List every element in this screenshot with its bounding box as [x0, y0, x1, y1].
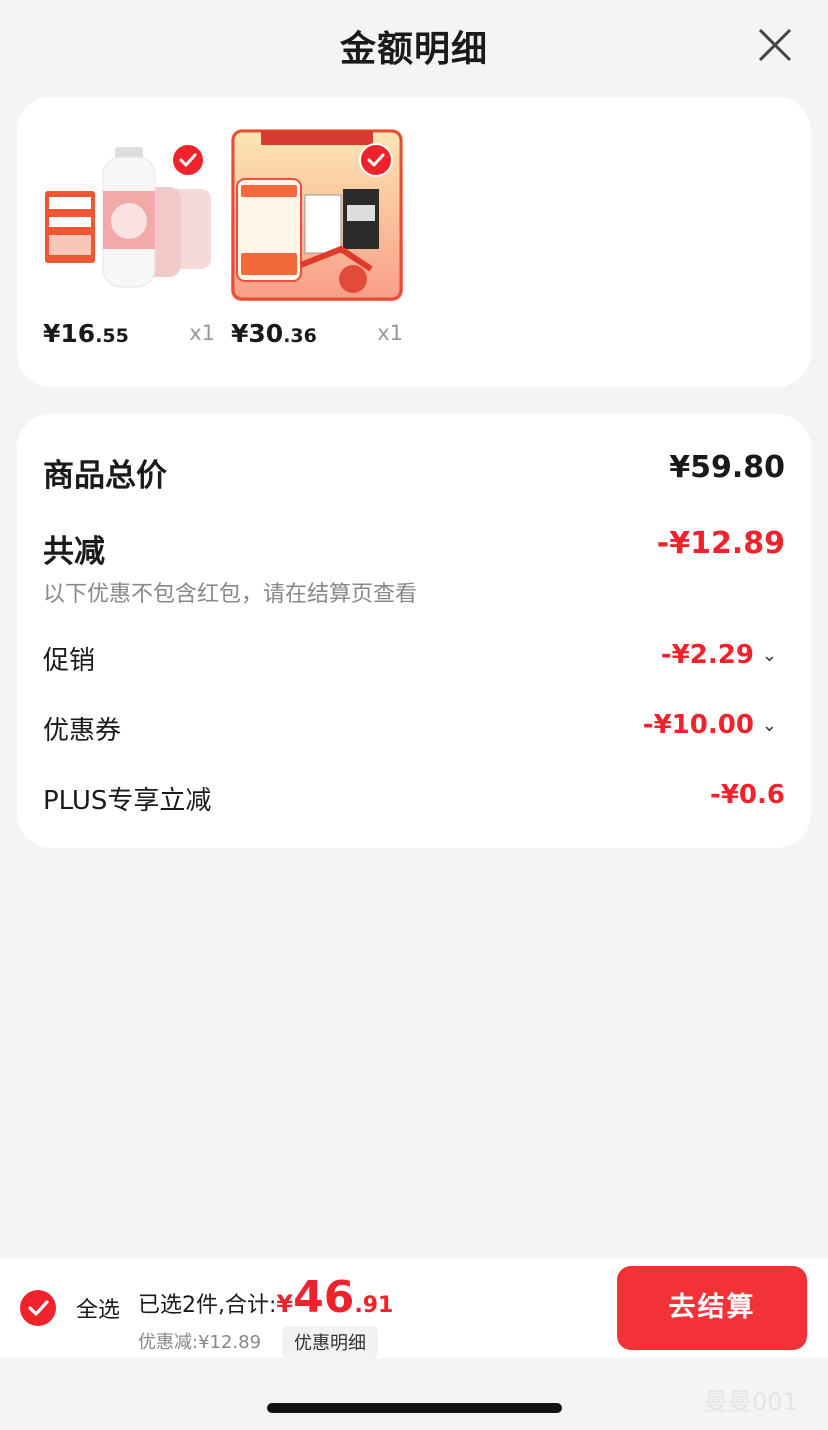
total-integer: 46 — [293, 1272, 355, 1323]
header: 金额明细 — [0, 0, 828, 92]
coupon-amount: -¥10.00 — [642, 710, 754, 740]
products-card: ¥16.55 x1 ¥30.36 x1 — [17, 97, 811, 387]
total-price-row: 商品总价 ¥59.80 — [43, 450, 785, 494]
checkout-button[interactable]: 去结算 — [617, 1266, 807, 1350]
reduction-note: 以下优惠不包含红包，请在结算页查看 — [43, 582, 418, 607]
coupon-value: -¥10.00 ⌄ — [643, 710, 777, 740]
chevron-down-icon[interactable]: ⌄ — [762, 715, 777, 736]
promotion-amount: -¥2.29 — [660, 640, 754, 670]
product-thumbnail[interactable] — [231, 129, 403, 301]
plus-discount-row: PLUS专享立减 -¥0.6 — [43, 780, 785, 816]
plus-discount-value: -¥0.6 — [710, 780, 785, 810]
total-currency: ¥ — [276, 1290, 294, 1318]
checkout-bar: 全选 已选2件,合计:¥46.91 优惠减:¥12.89 优惠明细 去结算 — [0, 1258, 828, 1358]
total-decimal: .91 — [354, 1293, 394, 1318]
plus-discount-label: PLUS专享立减 — [43, 786, 212, 816]
check-icon — [367, 153, 385, 167]
product-quantity: x1 — [377, 321, 403, 345]
coupon-label: 优惠券 — [43, 716, 122, 746]
reduction-label: 共减 — [43, 534, 105, 570]
reduction-value: -¥12.89 — [656, 526, 785, 561]
product-quantity: x1 — [189, 321, 215, 345]
check-icon — [179, 153, 197, 167]
promotion-value: -¥2.29 ⌄ — [661, 640, 777, 670]
product-price: ¥30.36 — [231, 319, 317, 348]
watermark: 曼曼001 — [704, 1388, 798, 1416]
price-dec: .55 — [95, 325, 129, 347]
product-check-toggle[interactable] — [359, 143, 393, 177]
selected-count-text: 已选2件,合计: — [138, 1293, 277, 1318]
promotion-row[interactable]: 促销 -¥2.29 ⌄ — [43, 640, 785, 676]
price-int: ¥16 — [43, 319, 96, 348]
price-int: ¥30 — [231, 319, 284, 348]
product-price: ¥16.55 — [43, 319, 129, 348]
product-thumbnail[interactable] — [43, 129, 215, 301]
coupon-row[interactable]: 优惠券 -¥10.00 ⌄ — [43, 710, 785, 746]
total-summary: 已选2件,合计:¥46.91 — [138, 1272, 393, 1323]
page-title: 金额明细 — [339, 29, 488, 70]
home-indicator[interactable] — [267, 1403, 562, 1413]
chevron-down-icon[interactable]: ⌄ — [762, 645, 777, 666]
check-icon — [28, 1300, 49, 1316]
product-check-toggle[interactable] — [171, 143, 205, 177]
promotion-label: 促销 — [43, 646, 96, 676]
reduction-row: 共减 -¥12.89 — [43, 526, 785, 570]
discount-text: 优惠减:¥12.89 — [138, 1332, 262, 1353]
total-price-label: 商品总价 — [43, 458, 167, 494]
discount-detail-button[interactable]: 优惠明细 — [282, 1326, 378, 1358]
close-button[interactable] — [752, 22, 798, 68]
select-all-checkbox[interactable] — [20, 1290, 56, 1326]
select-all-label[interactable]: 全选 — [76, 1292, 120, 1324]
price-summary-card: 商品总价 ¥59.80 共减 -¥12.89 以下优惠不包含红包，请在结算页查看… — [17, 414, 811, 848]
price-dec: .36 — [283, 325, 317, 347]
close-icon — [758, 28, 792, 62]
total-price-value: ¥59.80 — [669, 450, 785, 485]
